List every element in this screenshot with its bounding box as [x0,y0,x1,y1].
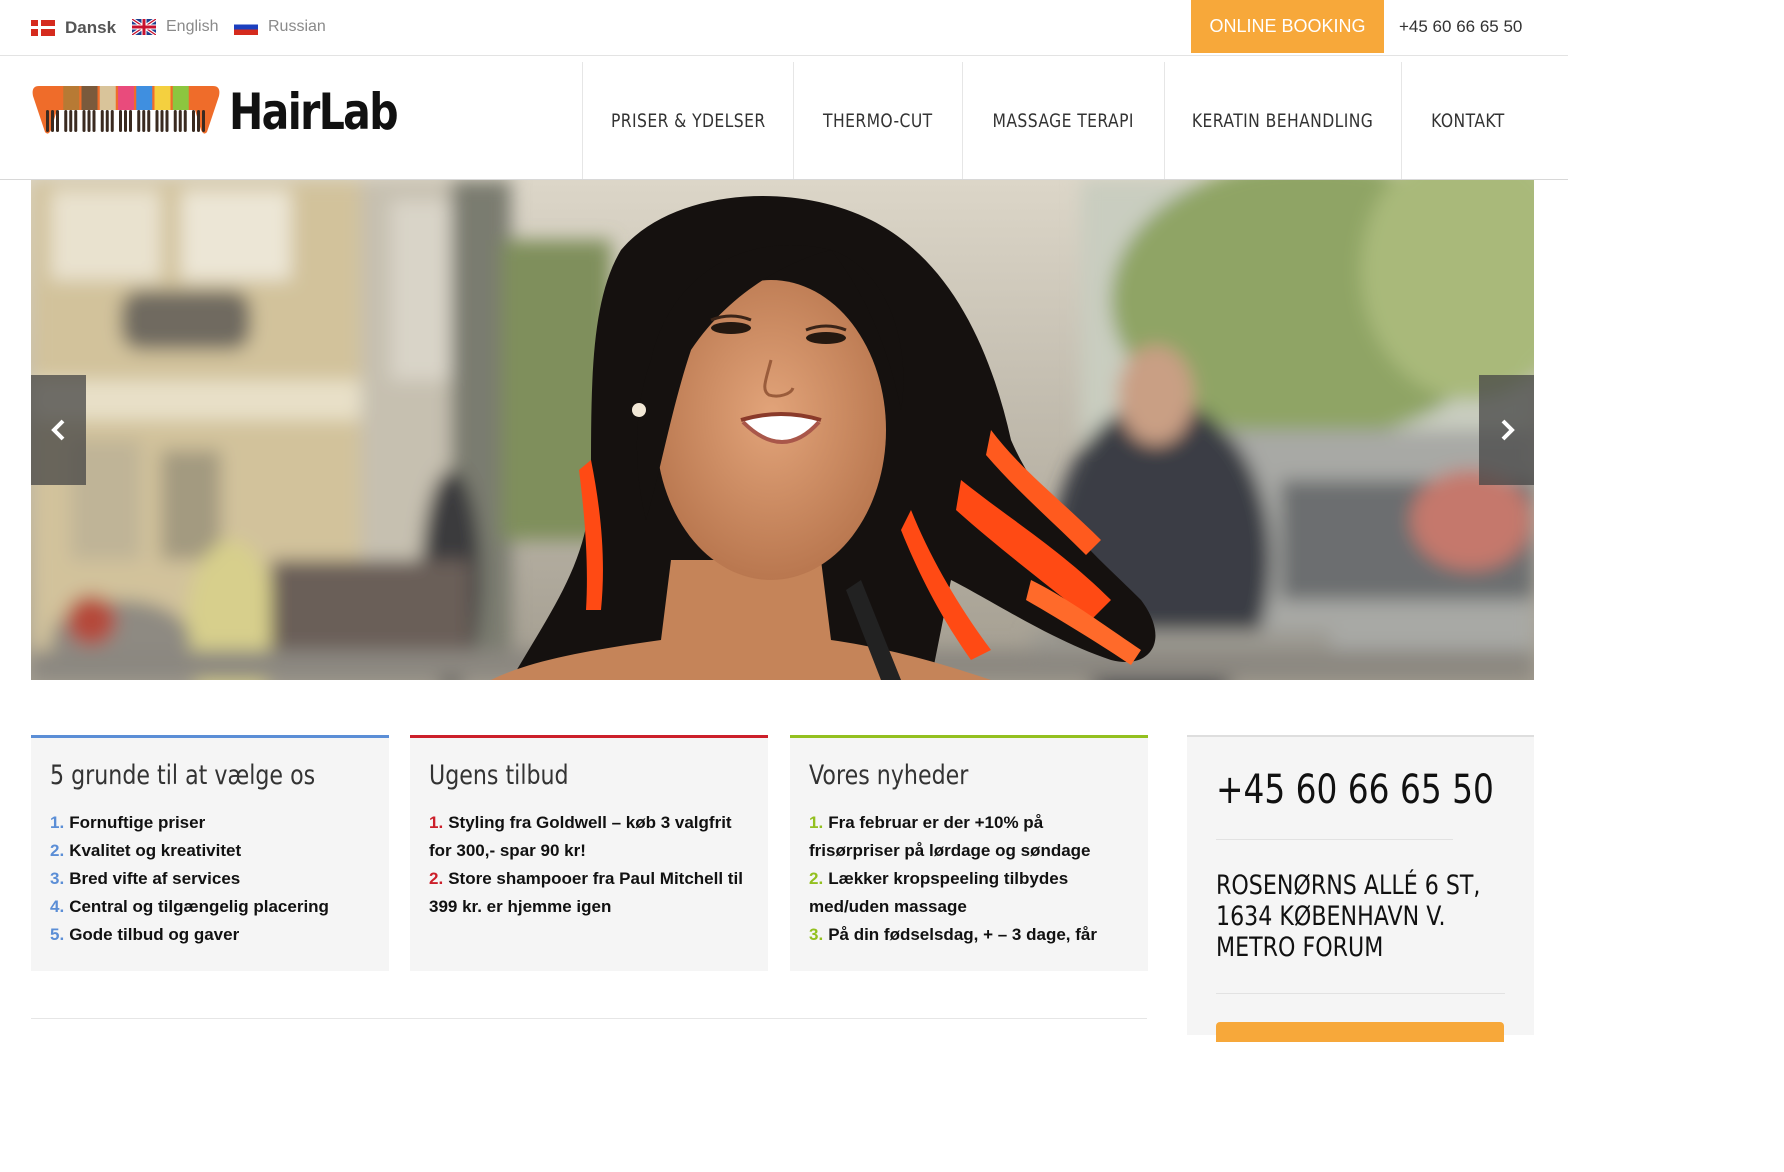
divider [31,1018,1147,1019]
item-number: 1. [429,813,444,832]
language-label: Dansk [65,18,117,37]
reasons-box: 5 grunde til at vælge os 1. Fornuftige pr… [31,735,389,971]
item-number: 2. [429,869,444,888]
address-line: 1634 KØBENHAVN V. [1216,901,1446,932]
news-list: 1. Fra februar er der +10% på frisørprise… [809,809,1129,949]
site-header: HairLab PRISER & YDELSER THERMO-CUT MASS… [0,56,1568,180]
item-number: 1. [809,813,824,832]
nav-keratin-behandling[interactable]: KERATIN BEHANDLING [1164,62,1401,179]
item-text: Styling fra Goldwell – køb 3 valgfrit fo… [429,813,732,860]
item-number: 3. [809,925,824,944]
nav-massage-terapi[interactable]: MASSAGE TERAPI [962,62,1164,179]
contact-card: +45 60 66 65 50 ROSENØRNS ALLÉ 6 ST, 163… [1187,735,1534,1042]
contact-action-button[interactable] [1216,1022,1504,1042]
nav-kontakt[interactable]: KONTAKT [1401,62,1533,179]
item-number: 4. [50,897,65,916]
list-item: 5. Gode tilbud og gaver [50,921,370,949]
item-number: 1. [50,813,65,832]
language-english-link[interactable]: English [132,18,218,36]
denmark-flag-icon [31,20,55,36]
list-item: 1. Fornuftige priser [50,809,370,837]
list-item: 4. Central og tilgængelig placering [50,893,370,921]
item-text: Central og tilgængelig placering [69,897,329,916]
address-line: METRO FORUM [1216,932,1384,963]
nav-label: MASSAGE TERAPI [992,109,1135,132]
nav-label: KONTAKT [1430,109,1505,132]
item-text: Fornuftige priser [69,813,206,832]
comb-logo-icon [32,86,220,134]
chevron-left-icon [50,419,64,441]
main-nav: PRISER & YDELSER THERMO-CUT MASSAGE TERA… [582,62,1533,179]
item-text: Gode tilbud og gaver [69,925,240,944]
language-dansk-link[interactable]: Dansk [31,18,116,38]
weekly-offers-box: Ugens tilbud 1. Styling fra Goldwell – kø… [410,735,768,971]
item-number: 3. [50,869,65,888]
logo-text: HairLab [229,83,399,141]
online-booking-button[interactable]: ONLINE BOOKING [1191,0,1384,53]
list-item: 1. Fra februar er der +10% på frisørprise… [809,809,1129,865]
reasons-title: 5 grunde til at vælge os [50,760,316,791]
news-box: Vores nyheder 1. Fra februar er der +10% … [790,735,1148,971]
slider-next-button[interactable] [1479,375,1534,485]
contact-address: ROSENØRNS ALLÉ 6 ST, 1634 KØBENHAVN V. M… [1216,870,1505,994]
item-number: 5. [50,925,65,944]
item-number: 2. [50,841,65,860]
nav-label: KERATIN BEHANDLING [1192,109,1374,132]
item-text: Lækker kropspeeling tilbydes med/uden ma… [809,869,1069,916]
russia-flag-icon [234,19,258,35]
top-phone-number[interactable]: +45 60 66 65 50 [1399,17,1522,37]
uk-flag-icon [132,19,156,35]
contact-phone-number[interactable]: +45 60 66 65 50 [1216,767,1494,840]
list-item: 2. Store shampooer fra Paul Mitchell til … [429,865,749,921]
language-russian-link[interactable]: Russian [234,18,326,36]
hero-slider [31,180,1534,680]
nav-priser-ydelser[interactable]: PRISER & YDELSER [582,62,793,179]
chevron-right-icon [1501,419,1515,441]
list-item: 3. Bred vifte af services [50,865,370,893]
slider-prev-button[interactable] [31,375,86,485]
news-title: Vores nyheder [809,760,969,791]
address-line: ROSENØRNS ALLÉ 6 ST, [1216,870,1481,901]
top-bar: Dansk English Russian ONLINE BOOKING +45… [0,0,1568,56]
list-item: 2. Kvalitet og kreativitet [50,837,370,865]
item-text: På din fødselsdag, + – 3 dage, får [828,925,1097,944]
language-label: Russian [268,18,326,35]
item-number: 2. [809,869,824,888]
list-item: 2. Lækker kropspeeling tilbydes med/uden … [809,865,1129,921]
language-label: English [166,18,219,35]
nav-label: THERMO-CUT [823,109,933,132]
item-text: Bred vifte af services [69,869,241,888]
offers-list: 1. Styling fra Goldwell – køb 3 valgfrit … [429,809,749,921]
reasons-list: 1. Fornuftige priser 2. Kvalitet og kreati… [50,809,370,949]
list-item: 3. På din fødselsdag, + – 3 dage, får [809,921,1129,949]
hero-image [31,180,1534,680]
item-text: Store shampooer fra Paul Mitchell til 39… [429,869,743,916]
weekly-offers-title: Ugens tilbud [429,760,569,791]
item-text: Fra februar er der +10% på frisørpriser … [809,813,1091,860]
hairlab-logo[interactable]: HairLab [31,84,399,140]
list-item: 1. Styling fra Goldwell – køb 3 valgfrit … [429,809,749,865]
nav-label: PRISER & YDELSER [610,109,766,132]
item-text: Kvalitet og kreativitet [69,841,242,860]
nav-thermo-cut[interactable]: THERMO-CUT [793,62,962,179]
